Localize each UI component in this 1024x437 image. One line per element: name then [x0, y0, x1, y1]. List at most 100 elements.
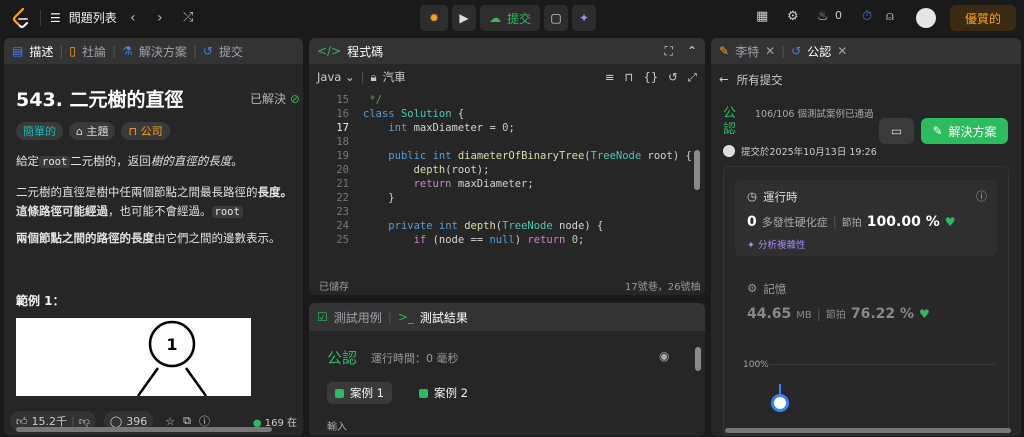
tab-test-result[interactable]: 測試結果 [420, 309, 468, 326]
shuffle-icon[interactable]: ⤮ [183, 10, 193, 25]
test-vertical-scrollbar[interactable] [695, 347, 701, 371]
book-icon[interactable]: ▭ [879, 118, 914, 144]
code-line[interactable]: 22 } [317, 191, 692, 205]
bookmark-icon[interactable]: ⊓ [625, 70, 634, 84]
user-avatar[interactable] [916, 8, 936, 28]
expand-icon[interactable]: ⤢ [688, 70, 697, 85]
info-icon[interactable]: ⓘ [976, 188, 987, 204]
difficulty-badge[interactable]: 簡單的 [16, 122, 63, 140]
maximize-icon[interactable]: ⛶ [665, 44, 673, 59]
run-button[interactable]: ▶ [452, 5, 476, 31]
line-number: 17 [336, 122, 349, 134]
tab-accepted[interactable]: 公認 [807, 43, 831, 60]
test-panel: ☑ 測試用例 | >_ 測試結果 公認 運行時間：0 毫秒 ◉ 案例 1 案例 … [309, 303, 705, 436]
code-line[interactable]: 20 depth(root); [317, 163, 692, 177]
close-icon[interactable]: ✕ [837, 44, 847, 58]
ai-sparkle-icon[interactable]: ✦ [572, 5, 596, 31]
debug-icon[interactable]: ✹ [420, 5, 448, 31]
result-status: 公認 [327, 349, 358, 367]
line-number: 16 [336, 108, 349, 120]
tab-solutions[interactable]: 解決方案 [139, 43, 187, 60]
note-icon: ✎ [719, 44, 730, 58]
tab-description[interactable]: 描述 [29, 43, 53, 60]
format-icon[interactable]: ≡ [605, 70, 615, 84]
solution-button[interactable]: ✎ 解決方案 [921, 118, 1008, 144]
code-line[interactable]: 23 [317, 205, 692, 219]
settings-gear-icon[interactable]: ⚙ [787, 9, 799, 24]
topic-tag[interactable]: ⌂ 主題 [69, 122, 116, 140]
clock-icon: ◷ [747, 189, 758, 203]
code-panel-header: </> 程式碼 ⛶ ⌃ [309, 38, 705, 64]
problem-paragraph-2: 二元樹的直徑是樹中任兩個節點之間最長路徑的長度。這條路徑可能經過，也可能不會經過… [16, 185, 292, 218]
tab-testcase[interactable]: 測試用例 [334, 309, 382, 326]
eye-icon[interactable]: ◉ [659, 349, 669, 363]
tag-icon: ⌂ [76, 124, 83, 138]
avatar [723, 145, 735, 157]
user-marker-avatar[interactable] [771, 394, 789, 412]
code-text: return maxDiameter; [413, 178, 534, 190]
runtime-card[interactable]: ◷ 運行時 ⓘ 0 多發性硬化症 | 節拍 100.00 % ♥ ✦ 分析複雜性 [735, 180, 997, 256]
code-text: class Solution { [363, 108, 465, 120]
doc-icon: ▤ [12, 44, 24, 58]
runtime-text: 運行時間：0 毫秒 [371, 352, 459, 365]
line-number: 18 [336, 136, 349, 148]
reset-icon[interactable]: ↺ [668, 70, 678, 84]
code-line[interactable]: 25 if (node == null) return 0; [317, 233, 692, 247]
share-icon[interactable]: ⧉ [183, 414, 191, 428]
leetcode-logo-icon[interactable] [12, 8, 30, 28]
code-line[interactable]: 18 [317, 135, 692, 149]
tab-submissions[interactable]: 提交 [219, 43, 243, 60]
prev-problem-icon[interactable]: ‹ [130, 10, 136, 26]
divider [40, 10, 41, 26]
back-to-submissions[interactable]: ← 所有提交 [719, 72, 783, 88]
tab-note[interactable]: 李特 [735, 43, 759, 60]
code-editor[interactable]: 15 */16 class Solution {17 int maxDiamete… [317, 93, 692, 247]
chart-gridline [765, 364, 995, 365]
code-line[interactable]: 16 class Solution { [317, 107, 692, 121]
timer-icon[interactable]: ⏱ [862, 9, 872, 24]
case-1-tab[interactable]: 案例 1 [327, 382, 392, 404]
code-line[interactable]: 19 public int diameterOfBinaryTree(TreeN… [317, 149, 691, 163]
cursor-position: 17號巷，26號柚 [625, 282, 701, 293]
collapse-chevron-icon[interactable]: ⌃ [687, 44, 697, 58]
check-icon [419, 388, 428, 398]
top-bar: ☰ 問題列表 ‹ › ⤮ ✹ ▶ ☁ 提交 ▢ ✦ ▦ ⚙ ♨ 0 ⏱ ⍝ 優質… [0, 0, 1024, 36]
premium-button[interactable]: 優質的 [950, 5, 1016, 31]
code-line[interactable]: 24 private int depth(TreeNode node) { [317, 219, 692, 233]
code-line[interactable]: 15 */ [317, 93, 692, 107]
streak-fire-icon[interactable]: ♨ [817, 9, 829, 24]
beats-icon: ♥ [919, 307, 930, 321]
code-line[interactable]: 17 int maxDiameter = 0; [317, 121, 692, 135]
line-number: 23 [336, 206, 349, 218]
horizontal-scrollbar[interactable] [16, 427, 272, 432]
horizontal-scrollbar[interactable] [725, 428, 1011, 433]
memory-header[interactable]: ⚙ 記憶 [747, 281, 786, 297]
add-user-icon[interactable]: ⍝ [886, 9, 894, 24]
braces-icon[interactable]: {} [644, 70, 659, 84]
analyze-complexity-link[interactable]: ✦ 分析複雜性 [747, 237, 806, 251]
star-icon[interactable]: ☆ [165, 415, 175, 428]
memory-chip-icon: ⚙ [747, 281, 758, 295]
thumbs-down-icon: 👎︎ [78, 414, 90, 428]
example-title: 範例 1： [16, 294, 65, 308]
company-tag[interactable]: ⊓ 公司 [121, 122, 170, 140]
code-line[interactable]: 21 return maxDiameter; [317, 177, 692, 191]
tab-editorial[interactable]: 社論 [82, 43, 106, 60]
next-problem-icon[interactable]: › [157, 10, 163, 26]
case-2-tab[interactable]: 案例 2 [411, 382, 476, 404]
layout-icon[interactable]: ▦ [756, 9, 768, 24]
editor-mode[interactable]: 汽車 [383, 69, 406, 85]
code-vertical-scrollbar[interactable] [694, 150, 700, 190]
line-number: 19 [336, 150, 349, 162]
line-number: 22 [336, 192, 349, 204]
testcases-passed: 106/106 個測試案例已通過 [755, 109, 874, 120]
close-icon[interactable]: ✕ [765, 44, 775, 58]
problem-list-button[interactable]: ☰ 問題列表 [50, 9, 117, 26]
language-select[interactable]: Java ⌄ [317, 70, 355, 84]
note-icon[interactable]: ▢ [544, 5, 568, 31]
terminal-icon: >_ [397, 310, 414, 324]
submitted-info: 提交於2025年10月13日 19:26 [723, 144, 877, 158]
submit-button[interactable]: ☁ 提交 [480, 5, 540, 31]
line-number: 25 [336, 234, 349, 246]
tree-example-image: 1 [16, 318, 251, 396]
